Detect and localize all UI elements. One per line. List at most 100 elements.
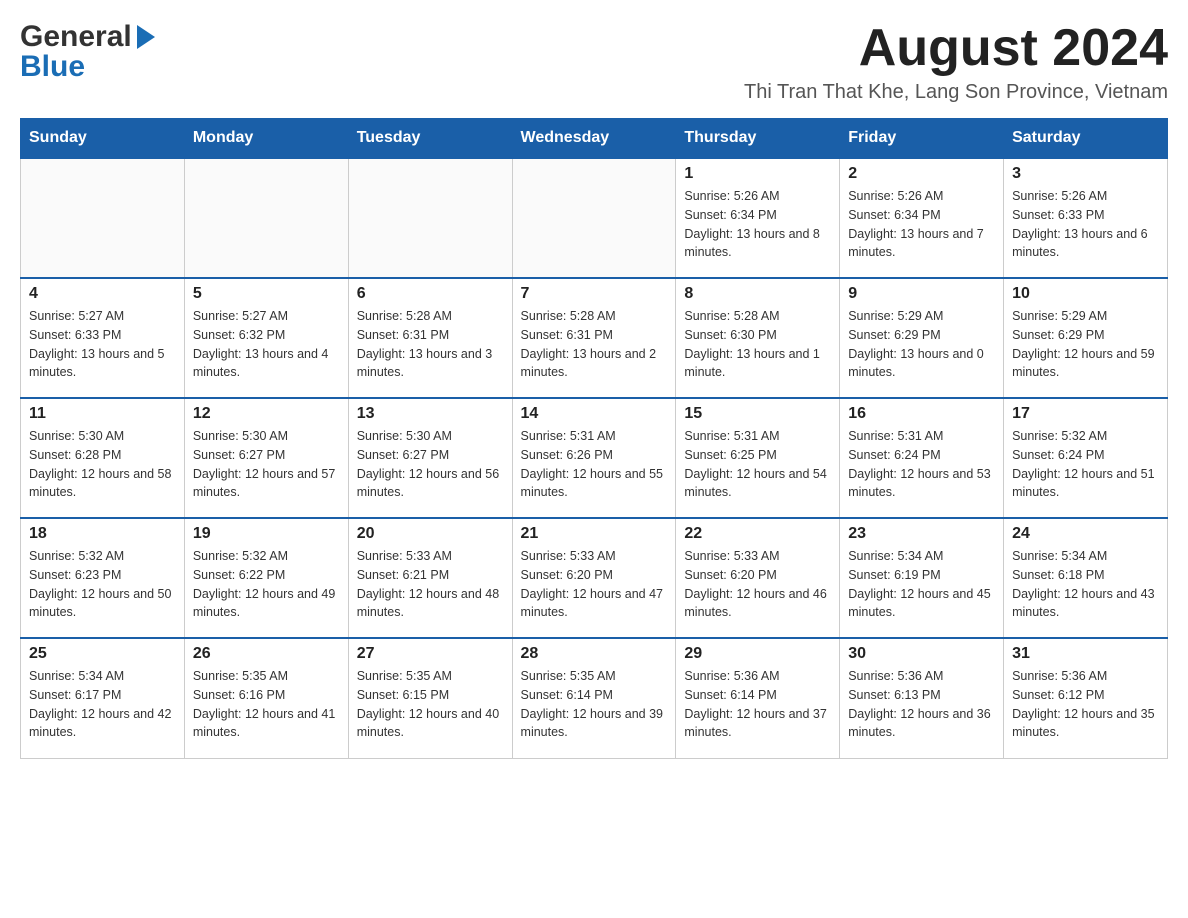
day-info: Sunrise: 5:35 AM Sunset: 6:15 PM Dayligh… — [357, 667, 504, 742]
day-info: Sunrise: 5:33 AM Sunset: 6:20 PM Dayligh… — [521, 547, 668, 622]
calendar-header-wednesday: Wednesday — [512, 119, 676, 159]
calendar-day: 10 Sunrise: 5:29 AM Sunset: 6:29 PM Dayli… — [1004, 278, 1168, 398]
day-number: 23 — [848, 525, 995, 543]
calendar-day: 18Sunrise: 5:32 AM Sunset: 6:23 PM Dayli… — [21, 518, 185, 638]
calendar-day: 7Sunrise: 5:28 AM Sunset: 6:31 PM Daylig… — [512, 278, 676, 398]
day-number: 2 — [848, 165, 995, 183]
calendar-day: 9 Sunrise: 5:29 AM Sunset: 6:29 PM Daylig… — [840, 278, 1004, 398]
day-info: Sunrise: 5:28 AM Sunset: 6:31 PM Dayligh… — [521, 307, 668, 382]
calendar-day: 26 Sunrise: 5:35 AM Sunset: 6:16 PM Dayli… — [184, 638, 348, 758]
day-number: 16 — [848, 405, 995, 423]
calendar-day: 12Sunrise: 5:30 AM Sunset: 6:27 PM Dayli… — [184, 398, 348, 518]
day-number: 14 — [521, 405, 668, 423]
day-number: 22 — [684, 525, 831, 543]
calendar-day: 14 Sunrise: 5:31 AM Sunset: 6:26 PM Dayli… — [512, 398, 676, 518]
day-number: 10 — [1012, 285, 1159, 303]
calendar-header-row: SundayMondayTuesdayWednesdayThursdayFrid… — [21, 119, 1168, 159]
calendar-day: 1Sunrise: 5:26 AM Sunset: 6:34 PM Daylig… — [676, 158, 840, 278]
day-info: Sunrise: 5:34 AM Sunset: 6:17 PM Dayligh… — [29, 667, 176, 742]
day-number: 18 — [29, 525, 176, 543]
calendar-header-tuesday: Tuesday — [348, 119, 512, 159]
day-info: Sunrise: 5:29 AM Sunset: 6:29 PM Dayligh… — [1012, 307, 1159, 382]
day-info: Sunrise: 5:30 AM Sunset: 6:28 PM Dayligh… — [29, 427, 176, 502]
day-number: 21 — [521, 525, 668, 543]
day-number: 3 — [1012, 165, 1159, 183]
calendar-week-2: 4 Sunrise: 5:27 AM Sunset: 6:33 PM Daylig… — [21, 278, 1168, 398]
logo-general-text: General — [20, 20, 132, 54]
calendar-day — [348, 158, 512, 278]
logo-blue-text: Blue — [20, 50, 85, 83]
day-info: Sunrise: 5:27 AM Sunset: 6:33 PM Dayligh… — [29, 307, 176, 382]
day-info: Sunrise: 5:36 AM Sunset: 6:13 PM Dayligh… — [848, 667, 995, 742]
calendar-day: 8Sunrise: 5:28 AM Sunset: 6:30 PM Daylig… — [676, 278, 840, 398]
calendar-day: 17Sunrise: 5:32 AM Sunset: 6:24 PM Dayli… — [1004, 398, 1168, 518]
day-number: 8 — [684, 285, 831, 303]
day-number: 9 — [848, 285, 995, 303]
calendar-week-1: 1Sunrise: 5:26 AM Sunset: 6:34 PM Daylig… — [21, 158, 1168, 278]
day-info: Sunrise: 5:26 AM Sunset: 6:33 PM Dayligh… — [1012, 187, 1159, 262]
day-info: Sunrise: 5:26 AM Sunset: 6:34 PM Dayligh… — [684, 187, 831, 262]
day-number: 15 — [684, 405, 831, 423]
calendar-day: 30 Sunrise: 5:36 AM Sunset: 6:13 PM Dayli… — [840, 638, 1004, 758]
day-info: Sunrise: 5:36 AM Sunset: 6:14 PM Dayligh… — [684, 667, 831, 742]
day-number: 24 — [1012, 525, 1159, 543]
day-number: 31 — [1012, 645, 1159, 663]
calendar-day: 2 Sunrise: 5:26 AM Sunset: 6:34 PM Daylig… — [840, 158, 1004, 278]
day-number: 30 — [848, 645, 995, 663]
calendar-day: 28Sunrise: 5:35 AM Sunset: 6:14 PM Dayli… — [512, 638, 676, 758]
day-number: 6 — [357, 285, 504, 303]
day-number: 27 — [357, 645, 504, 663]
logo: General Blue — [20, 20, 155, 84]
calendar-day: 27 Sunrise: 5:35 AM Sunset: 6:15 PM Dayli… — [348, 638, 512, 758]
day-number: 25 — [29, 645, 176, 663]
calendar-week-4: 18Sunrise: 5:32 AM Sunset: 6:23 PM Dayli… — [21, 518, 1168, 638]
calendar-day: 5 Sunrise: 5:27 AM Sunset: 6:32 PM Daylig… — [184, 278, 348, 398]
calendar-day: 22 Sunrise: 5:33 AM Sunset: 6:20 PM Dayli… — [676, 518, 840, 638]
logo-arrow-icon — [137, 25, 155, 49]
day-number: 11 — [29, 405, 176, 423]
calendar-table: SundayMondayTuesdayWednesdayThursdayFrid… — [20, 118, 1168, 759]
day-info: Sunrise: 5:33 AM Sunset: 6:20 PM Dayligh… — [684, 547, 831, 622]
day-number: 29 — [684, 645, 831, 663]
day-info: Sunrise: 5:34 AM Sunset: 6:18 PM Dayligh… — [1012, 547, 1159, 622]
day-info: Sunrise: 5:32 AM Sunset: 6:22 PM Dayligh… — [193, 547, 340, 622]
day-number: 12 — [193, 405, 340, 423]
day-info: Sunrise: 5:31 AM Sunset: 6:26 PM Dayligh… — [521, 427, 668, 502]
day-info: Sunrise: 5:35 AM Sunset: 6:16 PM Dayligh… — [193, 667, 340, 742]
page-header: General Blue August 2024 Thi Tran That K… — [20, 20, 1168, 104]
day-info: Sunrise: 5:31 AM Sunset: 6:25 PM Dayligh… — [684, 427, 831, 502]
calendar-day: 19 Sunrise: 5:32 AM Sunset: 6:22 PM Dayli… — [184, 518, 348, 638]
calendar-day: 13Sunrise: 5:30 AM Sunset: 6:27 PM Dayli… — [348, 398, 512, 518]
day-number: 19 — [193, 525, 340, 543]
day-info: Sunrise: 5:26 AM Sunset: 6:34 PM Dayligh… — [848, 187, 995, 262]
title-block: August 2024 Thi Tran That Khe, Lang Son … — [744, 20, 1168, 104]
calendar-day: 3 Sunrise: 5:26 AM Sunset: 6:33 PM Daylig… — [1004, 158, 1168, 278]
calendar-header-sunday: Sunday — [21, 119, 185, 159]
calendar-day: 31Sunrise: 5:36 AM Sunset: 6:12 PM Dayli… — [1004, 638, 1168, 758]
location-title: Thi Tran That Khe, Lang Son Province, Vi… — [744, 81, 1168, 104]
day-number: 26 — [193, 645, 340, 663]
calendar-header-monday: Monday — [184, 119, 348, 159]
calendar-day: 6 Sunrise: 5:28 AM Sunset: 6:31 PM Daylig… — [348, 278, 512, 398]
day-info: Sunrise: 5:27 AM Sunset: 6:32 PM Dayligh… — [193, 307, 340, 382]
calendar-header-friday: Friday — [840, 119, 1004, 159]
calendar-day: 11 Sunrise: 5:30 AM Sunset: 6:28 PM Dayli… — [21, 398, 185, 518]
calendar-day — [184, 158, 348, 278]
calendar-day: 23 Sunrise: 5:34 AM Sunset: 6:19 PM Dayli… — [840, 518, 1004, 638]
day-info: Sunrise: 5:34 AM Sunset: 6:19 PM Dayligh… — [848, 547, 995, 622]
calendar-day: 16Sunrise: 5:31 AM Sunset: 6:24 PM Dayli… — [840, 398, 1004, 518]
calendar-day: 21 Sunrise: 5:33 AM Sunset: 6:20 PM Dayli… — [512, 518, 676, 638]
day-info: Sunrise: 5:35 AM Sunset: 6:14 PM Dayligh… — [521, 667, 668, 742]
calendar-day: 15 Sunrise: 5:31 AM Sunset: 6:25 PM Dayli… — [676, 398, 840, 518]
calendar-day: 20Sunrise: 5:33 AM Sunset: 6:21 PM Dayli… — [348, 518, 512, 638]
day-number: 5 — [193, 285, 340, 303]
calendar-day — [512, 158, 676, 278]
day-info: Sunrise: 5:33 AM Sunset: 6:21 PM Dayligh… — [357, 547, 504, 622]
day-info: Sunrise: 5:29 AM Sunset: 6:29 PM Dayligh… — [848, 307, 995, 382]
day-info: Sunrise: 5:32 AM Sunset: 6:24 PM Dayligh… — [1012, 427, 1159, 502]
day-number: 13 — [357, 405, 504, 423]
calendar-week-5: 25 Sunrise: 5:34 AM Sunset: 6:17 PM Dayli… — [21, 638, 1168, 758]
day-number: 4 — [29, 285, 176, 303]
day-info: Sunrise: 5:28 AM Sunset: 6:31 PM Dayligh… — [357, 307, 504, 382]
calendar-day: 24 Sunrise: 5:34 AM Sunset: 6:18 PM Dayli… — [1004, 518, 1168, 638]
